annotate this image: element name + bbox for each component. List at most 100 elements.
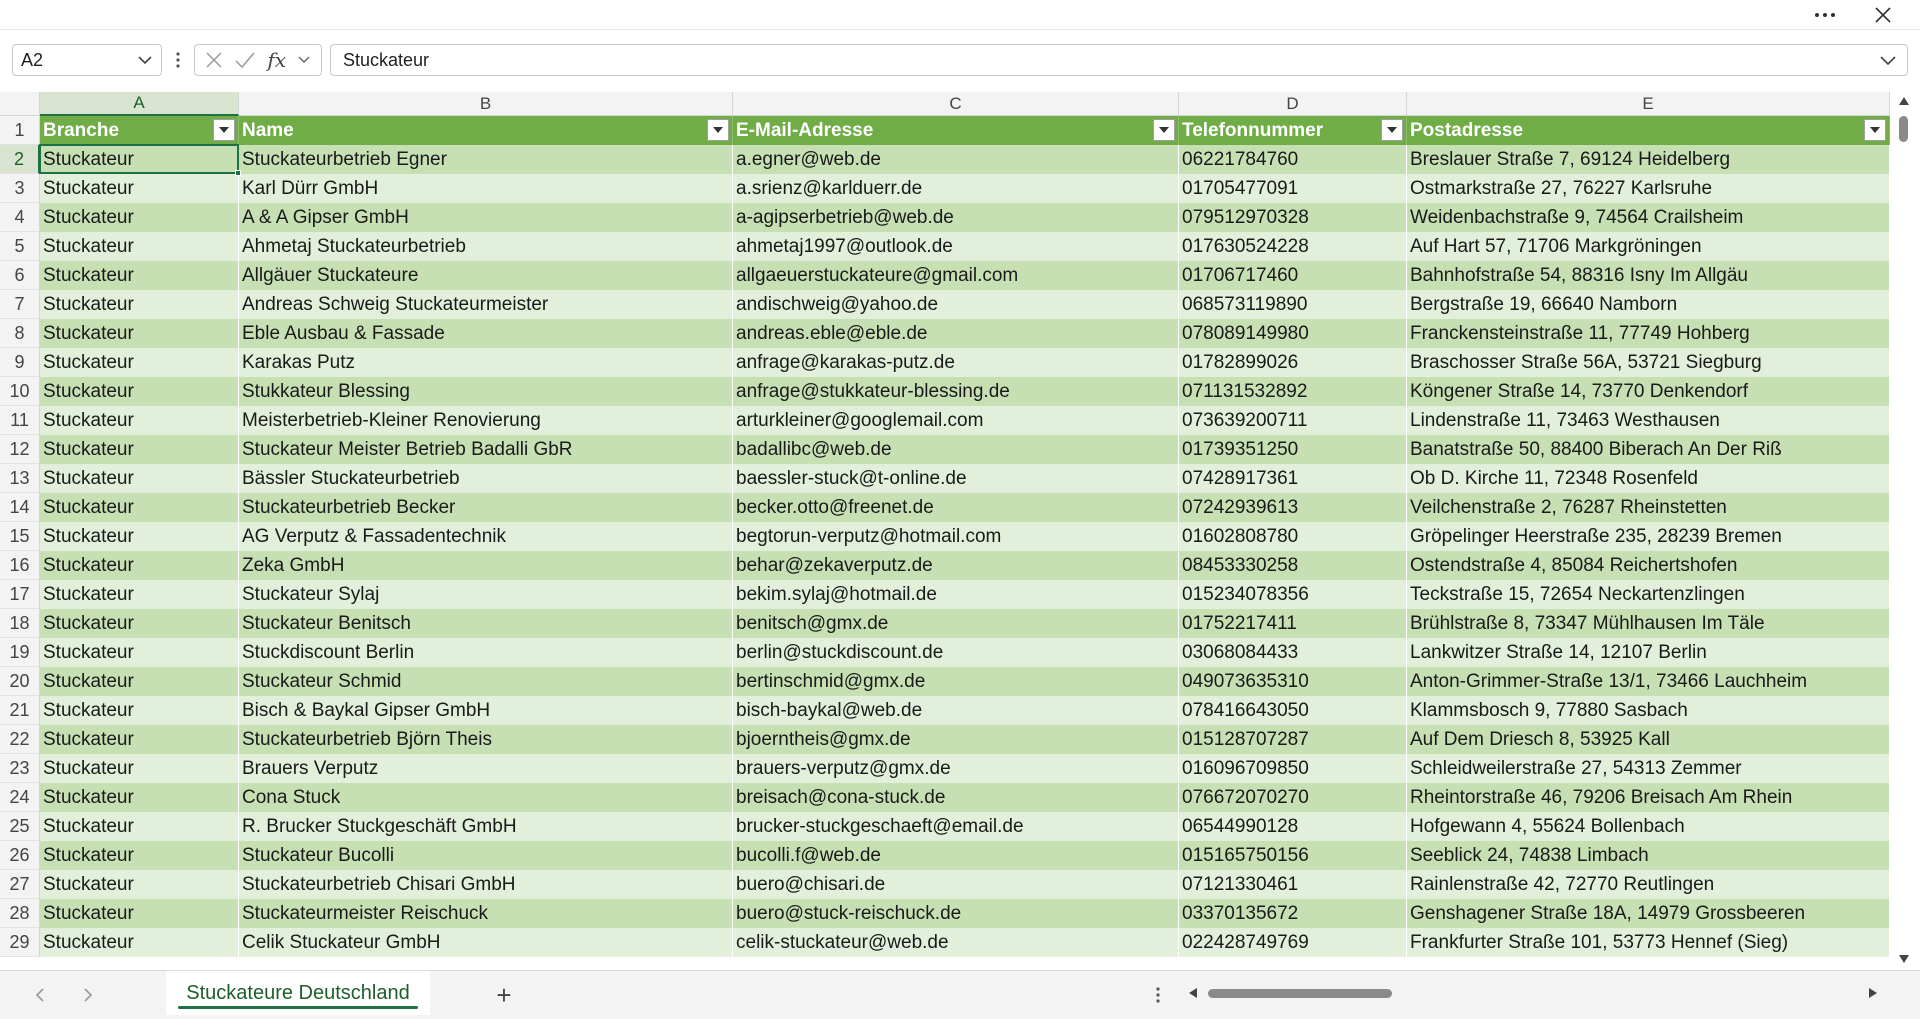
table-cell[interactable]: a-agipserbetrieb@web.de bbox=[733, 203, 1179, 232]
table-cell[interactable]: Genshagener Straße 18A, 14979 Grossbeere… bbox=[1407, 899, 1890, 928]
table-cell[interactable]: 015165750156 bbox=[1179, 841, 1407, 870]
row-header[interactable]: 20 bbox=[0, 667, 40, 696]
row-header[interactable]: 12 bbox=[0, 435, 40, 464]
table-cell[interactable]: Anton-Grimmer-Straße 13/1, 73466 Lauchhe… bbox=[1407, 667, 1890, 696]
row-header[interactable]: 28 bbox=[0, 899, 40, 928]
table-cell[interactable]: 078416643050 bbox=[1179, 696, 1407, 725]
table-cell[interactable]: anfrage@stukkateur-blessing.de bbox=[733, 377, 1179, 406]
table-cell[interactable]: Stuckateur bbox=[40, 290, 239, 319]
table-cell[interactable]: Bergstraße 19, 66640 Namborn bbox=[1407, 290, 1890, 319]
table-cell[interactable]: Stuckateur Schmid bbox=[239, 667, 733, 696]
table-cell[interactable]: Köngener Straße 14, 73770 Denkendorf bbox=[1407, 377, 1890, 406]
table-cell[interactable]: Seeblick 24, 74838 Limbach bbox=[1407, 841, 1890, 870]
row-header[interactable]: 5 bbox=[0, 232, 40, 261]
table-cell[interactable]: Stuckateurbetrieb Egner bbox=[239, 145, 733, 174]
table-cell[interactable]: Ostmarkstraße 27, 76227 Karlsruhe bbox=[1407, 174, 1890, 203]
table-cell[interactable]: 01602808780 bbox=[1179, 522, 1407, 551]
table-cell[interactable]: Rainlenstraße 42, 72770 Reutlingen bbox=[1407, 870, 1890, 899]
filter-dropdown-icon[interactable] bbox=[213, 119, 235, 141]
table-cell[interactable]: Braschosser Straße 56A, 53721 Siegburg bbox=[1407, 348, 1890, 377]
table-cell[interactable]: andischweig@yahoo.de bbox=[733, 290, 1179, 319]
table-cell[interactable]: baessler-stuck@t-online.de bbox=[733, 464, 1179, 493]
table-cell[interactable]: allgaeuerstuckateure@gmail.com bbox=[733, 261, 1179, 290]
table-header-cell[interactable]: Name bbox=[239, 116, 733, 145]
table-cell[interactable]: Stuckateur bbox=[40, 638, 239, 667]
table-cell[interactable]: 03370135672 bbox=[1179, 899, 1407, 928]
table-header-cell[interactable]: E-Mail-Adresse bbox=[733, 116, 1179, 145]
formula-input[interactable]: Stuckateur bbox=[330, 44, 1908, 76]
row-header[interactable]: 4 bbox=[0, 203, 40, 232]
table-cell[interactable]: begtorun-verputz@hotmail.com bbox=[733, 522, 1179, 551]
table-cell[interactable]: Stuckateur bbox=[40, 464, 239, 493]
table-cell[interactable]: Teckstraße 15, 72654 Neckartenzlingen bbox=[1407, 580, 1890, 609]
table-cell[interactable]: Bahnhofstraße 54, 88316 Isny Im Allgäu bbox=[1407, 261, 1890, 290]
table-cell[interactable]: Karl Dürr GmbH bbox=[239, 174, 733, 203]
table-cell[interactable]: Stuckateur Bucolli bbox=[239, 841, 733, 870]
table-cell[interactable]: Stuckateur bbox=[40, 435, 239, 464]
table-cell[interactable]: Stuckateur Meister Betrieb Badalli GbR bbox=[239, 435, 733, 464]
table-cell[interactable]: Stuckateur bbox=[40, 406, 239, 435]
table-cell[interactable]: AG Verputz & Fassadentechnik bbox=[239, 522, 733, 551]
more-options-button[interactable] bbox=[1802, 0, 1848, 30]
row-header[interactable]: 14 bbox=[0, 493, 40, 522]
table-cell[interactable]: Karakas Putz bbox=[239, 348, 733, 377]
scroll-up-icon[interactable] bbox=[1897, 94, 1911, 108]
table-cell[interactable]: 06221784760 bbox=[1179, 145, 1407, 174]
row-header[interactable]: 26 bbox=[0, 841, 40, 870]
table-cell[interactable]: Cona Stuck bbox=[239, 783, 733, 812]
table-cell[interactable]: bisch-baykal@web.de bbox=[733, 696, 1179, 725]
table-cell[interactable]: Auf Hart 57, 71706 Markgröningen bbox=[1407, 232, 1890, 261]
table-cell[interactable]: arturkleiner@googlemail.com bbox=[733, 406, 1179, 435]
vertical-scrollbar[interactable] bbox=[1894, 92, 1914, 970]
table-cell[interactable]: Frankfurter Straße 101, 53773 Hennef (Si… bbox=[1407, 928, 1890, 957]
row-header[interactable]: 27 bbox=[0, 870, 40, 899]
table-cell[interactable]: Stuckateur bbox=[40, 841, 239, 870]
row-header[interactable]: 13 bbox=[0, 464, 40, 493]
row-header[interactable]: 8 bbox=[0, 319, 40, 348]
table-cell[interactable]: Veilchenstraße 2, 76287 Rheinstetten bbox=[1407, 493, 1890, 522]
table-cell[interactable]: a.srienz@karlduerr.de bbox=[733, 174, 1179, 203]
table-cell[interactable]: brucker-stuckgeschaeft@email.de bbox=[733, 812, 1179, 841]
row-header[interactable]: 24 bbox=[0, 783, 40, 812]
close-button[interactable] bbox=[1860, 0, 1906, 30]
table-cell[interactable]: buero@stuck-reischuck.de bbox=[733, 899, 1179, 928]
table-cell[interactable]: Allgäuer Stuckateure bbox=[239, 261, 733, 290]
table-cell[interactable]: Stuckateur bbox=[40, 377, 239, 406]
vertical-scroll-thumb[interactable] bbox=[1899, 116, 1908, 142]
row-header[interactable]: 15 bbox=[0, 522, 40, 551]
table-cell[interactable]: Brauers Verputz bbox=[239, 754, 733, 783]
table-cell[interactable]: Stuckateur bbox=[40, 696, 239, 725]
table-cell[interactable]: 01705477091 bbox=[1179, 174, 1407, 203]
table-cell[interactable]: Stuckdiscount Berlin bbox=[239, 638, 733, 667]
table-cell[interactable]: Stuckateur bbox=[40, 261, 239, 290]
table-cell[interactable]: Rheintorstraße 46, 79206 Breisach Am Rhe… bbox=[1407, 783, 1890, 812]
table-cell[interactable]: 073639200711 bbox=[1179, 406, 1407, 435]
insert-function-icon[interactable]: fx bbox=[267, 48, 286, 72]
scroll-right-icon[interactable] bbox=[1864, 981, 1882, 1005]
table-cell[interactable]: Bisch & Baykal Gipser GmbH bbox=[239, 696, 733, 725]
tab-bar-options-icon[interactable] bbox=[1152, 983, 1164, 1007]
table-cell[interactable]: 015234078356 bbox=[1179, 580, 1407, 609]
table-cell[interactable]: 015128707287 bbox=[1179, 725, 1407, 754]
table-cell[interactable]: Stuckateur bbox=[40, 609, 239, 638]
table-cell[interactable]: Stuckateur bbox=[40, 667, 239, 696]
table-cell[interactable]: Stuckateur bbox=[40, 783, 239, 812]
row-header[interactable]: 18 bbox=[0, 609, 40, 638]
horizontal-scrollbar[interactable] bbox=[1184, 981, 1884, 1005]
row-header[interactable]: 19 bbox=[0, 638, 40, 667]
table-cell[interactable]: benitsch@gmx.de bbox=[733, 609, 1179, 638]
table-cell[interactable]: 076672070270 bbox=[1179, 783, 1407, 812]
table-cell[interactable]: 049073635310 bbox=[1179, 667, 1407, 696]
column-header-a[interactable]: A bbox=[40, 92, 239, 116]
expand-formula-bar-icon[interactable] bbox=[1879, 50, 1897, 70]
table-cell[interactable]: R. Brucker Stuckgeschäft GmbH bbox=[239, 812, 733, 841]
filter-dropdown-icon[interactable] bbox=[1153, 119, 1175, 141]
table-cell[interactable]: 06544990128 bbox=[1179, 812, 1407, 841]
scroll-down-icon[interactable] bbox=[1897, 952, 1911, 966]
row-header[interactable]: 21 bbox=[0, 696, 40, 725]
table-cell[interactable]: Franckensteinstraße 11, 77749 Hohberg bbox=[1407, 319, 1890, 348]
row-header[interactable]: 22 bbox=[0, 725, 40, 754]
table-cell[interactable]: bekim.sylaj@hotmail.de bbox=[733, 580, 1179, 609]
cancel-icon[interactable] bbox=[205, 51, 223, 69]
table-cell[interactable]: Stuckateur bbox=[40, 203, 239, 232]
